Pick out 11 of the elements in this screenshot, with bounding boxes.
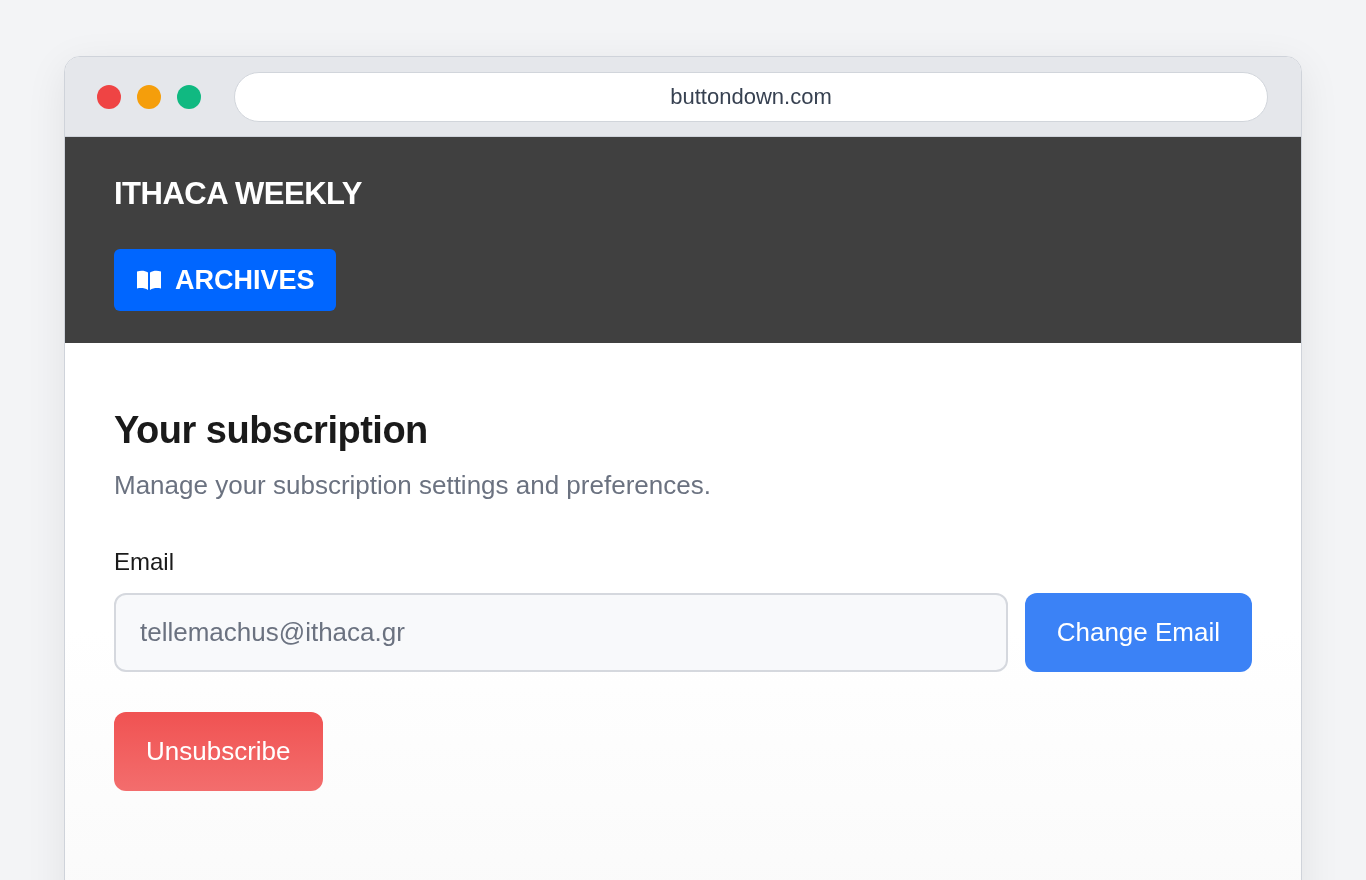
book-icon	[137, 270, 161, 290]
url-text: buttondown.com	[670, 83, 832, 111]
section-title: Your subscription	[114, 408, 428, 453]
archives-button[interactable]: ARCHIVES	[114, 249, 336, 311]
change-email-button[interactable]: Change Email	[1024, 593, 1252, 672]
site-title: ITHACA WEEKLY	[114, 175, 362, 213]
section-subtitle: Manage your subscription settings and preferences.	[114, 469, 711, 501]
address-bar[interactable]: buttondown.com	[234, 71, 1268, 122]
email-label: Email	[114, 547, 174, 577]
email-input-field[interactable]: tellemachus@ithaca.gr	[114, 593, 1008, 672]
unsubscribe-button[interactable]: Unsubscribe	[114, 712, 323, 791]
